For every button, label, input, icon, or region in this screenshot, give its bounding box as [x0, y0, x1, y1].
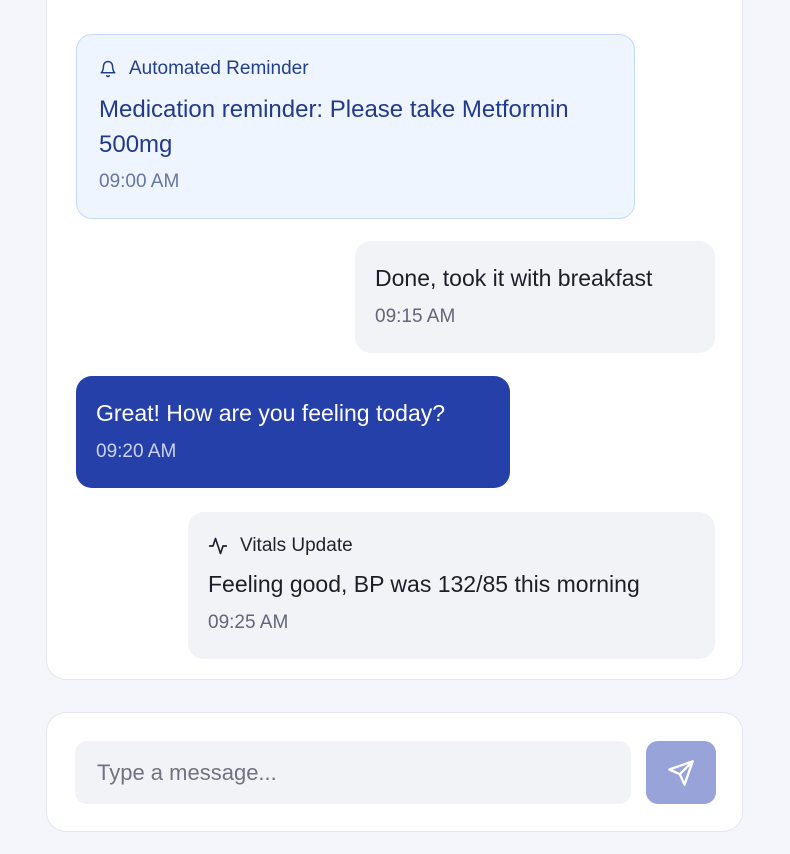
message-text: Medication reminder: Please take Metform… [99, 96, 569, 158]
message-tag: Vitals Update [208, 535, 695, 557]
message-tag-label: Vitals Update [240, 535, 353, 556]
vitals-update-message: Vitals Update Feeling good, BP was 132/8… [188, 512, 715, 659]
message-input[interactable] [75, 741, 631, 804]
message-tag: Automated Reminder [99, 58, 612, 80]
send-button[interactable] [646, 741, 716, 804]
message-timestamp: 09:15 AM [375, 306, 456, 327]
message-timestamp: 09:20 AM [96, 441, 177, 462]
message-tag-label: Automated Reminder [129, 58, 309, 79]
message-text: Great! How are you feeling today? [96, 400, 446, 426]
patient-message: Done, took it with breakfast 09:15 AM [355, 241, 715, 353]
message-text: Done, took it with breakfast [375, 265, 653, 291]
bell-icon [100, 60, 116, 78]
care-team-message: Great! How are you feeling today? 09:20 … [76, 376, 510, 488]
send-icon [668, 759, 694, 786]
activity-icon [208, 537, 228, 555]
message-timestamp: 09:00 AM [99, 171, 180, 192]
message-text: Feeling good, BP was 132/85 this morning [208, 571, 640, 597]
automated-reminder-message: Automated Reminder Medication reminder: … [76, 34, 635, 219]
message-composer [46, 712, 743, 832]
message-timestamp: 09:25 AM [208, 612, 289, 633]
message-thread[interactable]: Automated Reminder Medication reminder: … [46, 0, 743, 680]
